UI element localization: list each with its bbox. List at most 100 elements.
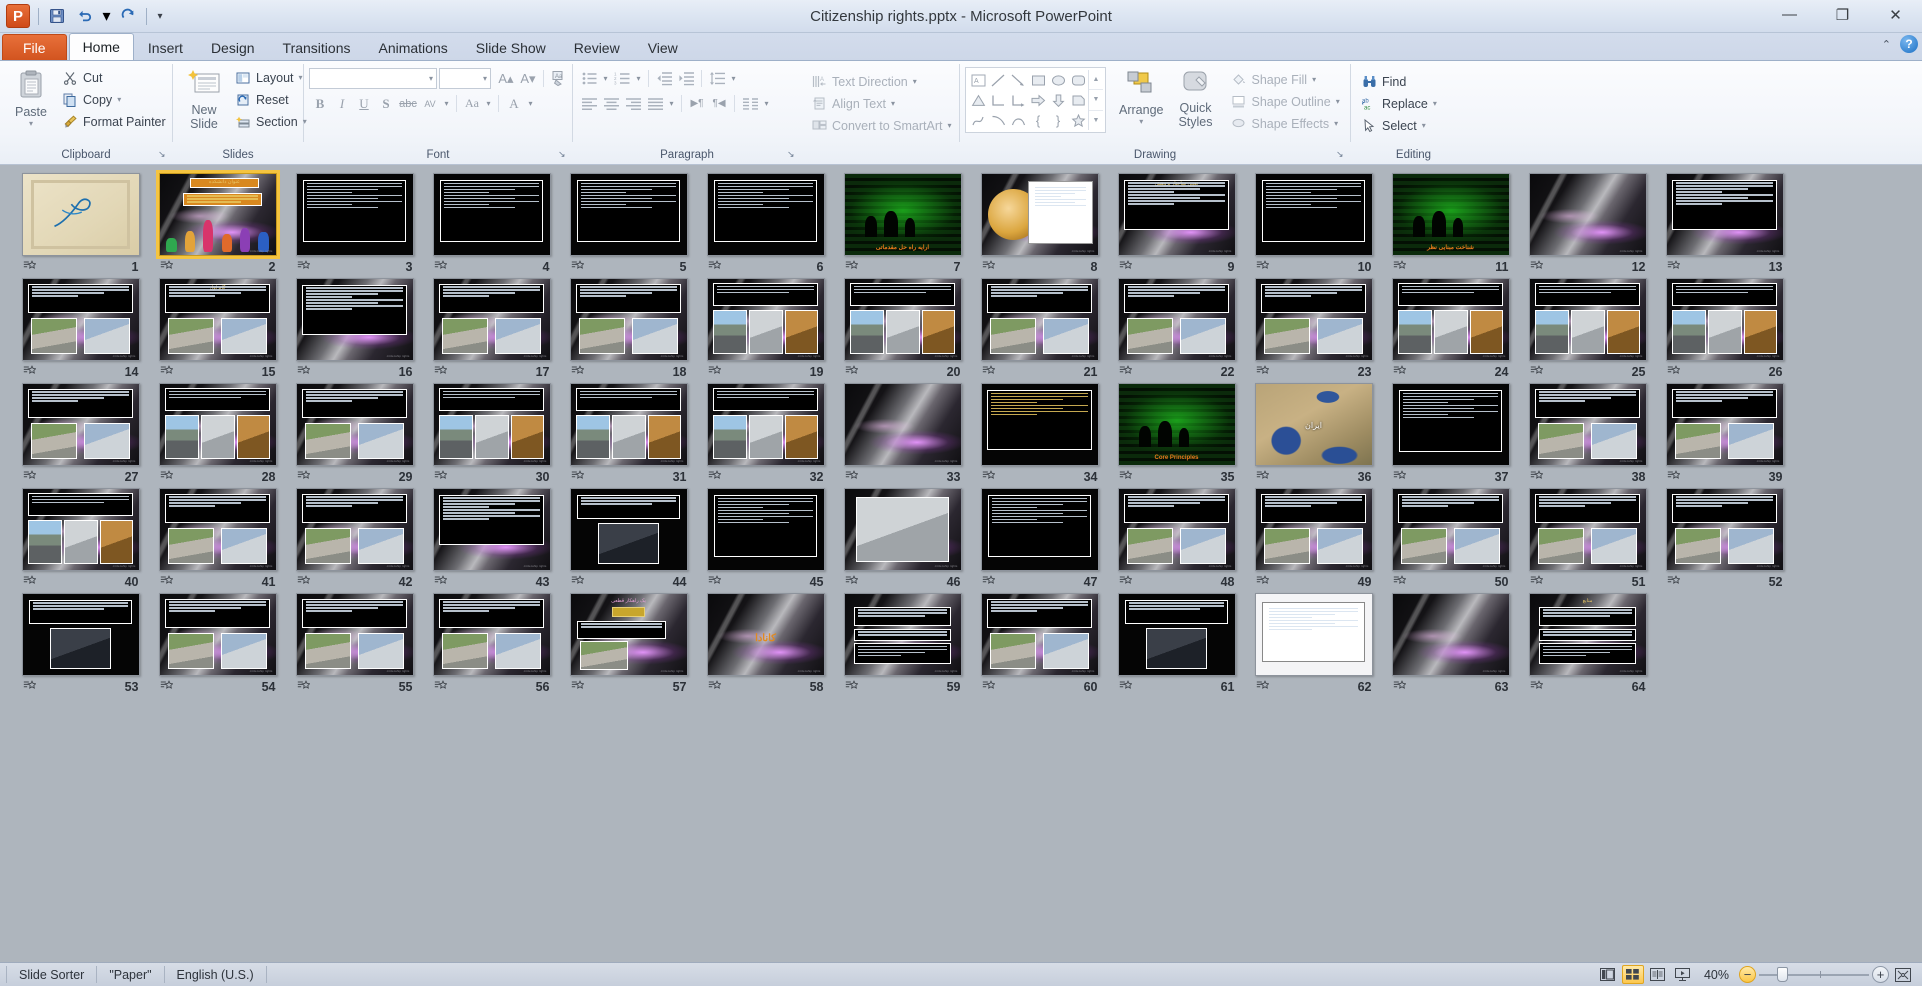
tab-transitions[interactable]: Transitions [269,35,365,60]
thumbnail-image[interactable]: citizenship rights [569,278,688,361]
thumbnail-wrapper[interactable]: citizenship rights [295,488,414,571]
thumbnail-wrapper[interactable]: گام اول citizenship rights [158,278,277,361]
transition-icon[interactable] [160,469,174,485]
transition-icon[interactable] [1530,469,1544,485]
thumbnail-wrapper[interactable] [706,488,825,571]
shape-textbox-icon[interactable]: A [968,70,988,90]
convert-to-smartart-button[interactable]: Convert to SmartArt ▾ [806,115,956,136]
transition-icon[interactable] [1119,574,1133,590]
slide-thumbnail-41[interactable]: citizenship rights 41 [149,488,286,593]
thumbnail-image[interactable]: citizenship rights [432,383,551,466]
bullets-caret-icon[interactable]: ▾ [600,68,611,89]
columns-button[interactable] [739,93,761,114]
decrease-indent-button[interactable] [653,68,675,89]
bullets-button[interactable] [578,68,600,89]
shape-right-brace-icon[interactable]: } [1048,110,1068,130]
thumbnail-image[interactable]: citizenship rights [980,593,1099,676]
shape-folded-corner-icon[interactable] [1068,90,1088,110]
align-text-button[interactable]: Align Text ▾ [806,93,956,114]
slide-thumbnail-5[interactable]: 5 [560,173,697,278]
italic-button[interactable]: I [331,93,353,114]
thumbnail-image[interactable] [21,593,140,676]
slide-thumbnail-28[interactable]: citizenship rights 28 [149,383,286,488]
slide-thumbnail-45[interactable]: 45 [697,488,834,593]
transition-icon[interactable] [1256,469,1270,485]
transition-icon[interactable] [23,469,37,485]
font-name-combo[interactable]: ▾ [309,68,437,89]
thumbnail-image[interactable] [21,173,140,256]
slide-thumbnail-60[interactable]: citizenship rights 60 [971,593,1108,698]
transition-icon[interactable] [708,574,722,590]
paste-caret-icon[interactable]: ▾ [29,119,33,128]
transition-icon[interactable] [1393,679,1407,695]
slide-thumbnail-64[interactable]: منابع citizenship rights 64 [1519,593,1656,698]
gallery-scroll-down-icon[interactable]: ▼ [1089,90,1103,111]
thumbnail-wrapper[interactable]: citizenship rights [295,383,414,466]
thumbnail-image[interactable]: citizenship rights [843,383,962,466]
shape-line-icon[interactable] [988,70,1008,90]
thumbnail-wrapper[interactable]: citizenship rights [432,278,551,361]
thumbnail-image[interactable]: citizenship rights [158,593,277,676]
transition-icon[interactable] [434,574,448,590]
thumbnail-image[interactable]: citizenship rights [1528,383,1647,466]
slide-thumbnail-31[interactable]: citizenship rights 31 [560,383,697,488]
transition-icon[interactable] [1256,574,1270,590]
thumbnail-wrapper[interactable]: citizenship rights [21,278,140,361]
transition-icon[interactable] [1530,364,1544,380]
section-button[interactable]: Section ▾ [230,111,312,132]
underline-button[interactable]: U [353,93,375,114]
slide-sorter-canvas[interactable]: 1 عنوان دانشکده citizenship rights 2 3 4 5 6 ارا… [0,165,1922,962]
slide-thumbnail-63[interactable]: citizenship rights 63 [1382,593,1519,698]
slide-thumbnail-20[interactable]: citizenship rights 20 [834,278,971,383]
thumbnail-wrapper[interactable]: citizenship rights [980,593,1099,676]
tab-home[interactable]: Home [68,33,134,60]
thumbnail-wrapper[interactable]: citizenship rights [1391,278,1510,361]
status-theme[interactable]: "Paper" [97,966,165,983]
slide-thumbnail-13[interactable]: citizenship rights 13 [1656,173,1793,278]
shape-fill-button[interactable]: Shape Fill ▾ [1225,69,1344,90]
thumbnail-wrapper[interactable]: Core Principles [1117,383,1236,466]
slide-thumbnail-36[interactable]: ایران 36 [1245,383,1382,488]
slide-thumbnail-23[interactable]: citizenship rights 23 [1245,278,1382,383]
thumbnail-image[interactable]: citizenship rights [1254,278,1373,361]
transition-icon[interactable] [434,679,448,695]
new-slide-button[interactable]: New Slide [178,65,230,134]
slide-thumbnail-12[interactable]: citizenship rights 12 [1519,173,1656,278]
font-color-caret-icon[interactable]: ▾ [525,93,536,114]
thumbnail-image[interactable] [1254,593,1373,676]
shape-effects-button[interactable]: Shape Effects ▾ [1225,113,1344,134]
font-size-combo[interactable]: ▾ [439,68,491,89]
slide-thumbnail-8[interactable]: citizenship rights 8 [971,173,1108,278]
slide-thumbnail-44[interactable]: 44 [560,488,697,593]
slide-thumbnail-39[interactable]: citizenship rights 39 [1656,383,1793,488]
grow-font-button[interactable]: A▴ [495,68,517,89]
thumbnail-wrapper[interactable]: کانادا citizenship rights [706,593,825,676]
slide-thumbnail-22[interactable]: citizenship rights 22 [1108,278,1245,383]
transition-icon[interactable] [845,679,859,695]
slide-thumbnail-40[interactable]: citizenship rights 40 [12,488,149,593]
slide-thumbnail-15[interactable]: گام اول citizenship rights 15 [149,278,286,383]
thumbnail-wrapper[interactable]: citizenship rights [1254,488,1373,571]
zoom-slider-handle[interactable] [1776,967,1788,982]
view-slide-sorter-button[interactable] [1621,965,1644,984]
thumbnail-image[interactable]: citizenship rights [706,278,825,361]
thumbnail-wrapper[interactable]: citizenship rights [1665,383,1784,466]
slide-thumbnail-29[interactable]: citizenship rights 29 [286,383,423,488]
thumbnail-image[interactable]: citizenship rights [1391,593,1510,676]
transition-icon[interactable] [1119,364,1133,380]
thumbnail-wrapper[interactable]: citizenship rights [21,383,140,466]
transition-icon[interactable] [1667,574,1681,590]
reset-button[interactable]: Reset [230,89,312,110]
thumbnail-image[interactable] [706,173,825,256]
slide-thumbnail-24[interactable]: citizenship rights 24 [1382,278,1519,383]
thumbnail-wrapper[interactable]: citizenship rights [1665,173,1784,256]
thumbnail-image[interactable]: یک راهکار قطعی citizenship rights [569,593,688,676]
thumbnail-wrapper[interactable]: citizenship rights [21,488,140,571]
thumbnail-image[interactable]: citizenship rights [21,278,140,361]
tab-design[interactable]: Design [197,35,269,60]
slide-thumbnail-35[interactable]: Core Principles 35 [1108,383,1245,488]
thumbnail-image[interactable] [569,488,688,571]
slide-thumbnail-14[interactable]: citizenship rights 14 [12,278,149,383]
find-button[interactable]: Find [1356,71,1442,92]
shapes-gallery[interactable]: A { } ▲ ▼ ▼ [965,67,1106,133]
